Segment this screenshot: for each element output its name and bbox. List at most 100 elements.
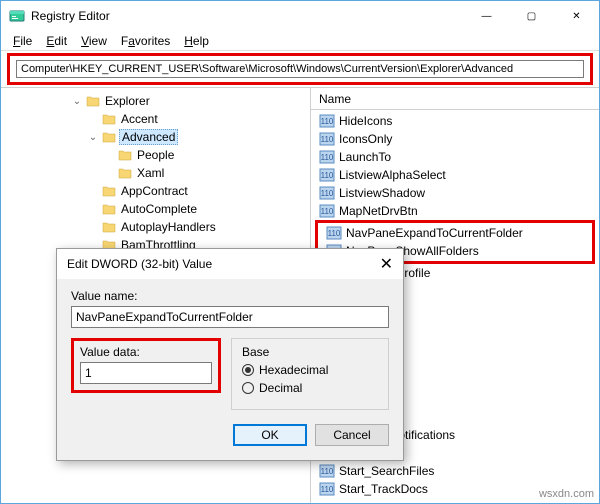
tree-item-label: Explorer [103, 94, 152, 108]
folder-icon [118, 149, 132, 161]
app-icon [9, 8, 25, 24]
address-bar[interactable] [16, 60, 584, 78]
folder-icon [102, 185, 116, 197]
svg-text:110: 110 [328, 229, 341, 238]
folder-icon [102, 203, 116, 215]
cancel-button[interactable]: Cancel [315, 424, 389, 446]
list-row-label: MapNetDrvBtn [339, 204, 418, 218]
folder-icon [86, 95, 100, 107]
svg-text:110: 110 [321, 117, 334, 126]
tree-item-autoplayhandlers[interactable]: AutoplayHandlers [7, 218, 308, 236]
tree-item-appcontract[interactable]: AppContract [7, 182, 308, 200]
tree-item-label: AutoComplete [119, 202, 199, 216]
dialog-titlebar: Edit DWORD (32-bit) Value ✕ [57, 249, 403, 279]
list-row[interactable]: 110 HideIcons [311, 112, 599, 130]
svg-text:110: 110 [321, 485, 334, 494]
dword-icon: 110 [319, 464, 335, 478]
folder-icon [102, 221, 116, 233]
value-data-highlight: Value data: [71, 338, 221, 393]
list-row-label: Start_SearchFiles [339, 464, 434, 478]
svg-text:110: 110 [321, 153, 334, 162]
close-button[interactable]: ✕ [554, 1, 599, 31]
svg-text:110: 110 [321, 467, 334, 476]
list-row[interactable]: 110 LaunchTo [311, 148, 599, 166]
radio-hex[interactable]: Hexadecimal [242, 363, 378, 377]
dword-icon: 110 [319, 204, 335, 218]
minimize-button[interactable]: — [464, 1, 509, 31]
dword-icon: 110 [319, 150, 335, 164]
list-row[interactable]: 110 NavPaneExpandToCurrentFolder [318, 224, 592, 242]
dword-icon: 110 [319, 482, 335, 496]
radio-dec-label: Decimal [259, 381, 302, 395]
list-row-label: HideIcons [339, 114, 392, 128]
radio-hex-label: Hexadecimal [259, 363, 328, 377]
dialog-title-text: Edit DWORD (32-bit) Value [67, 257, 212, 271]
menu-help[interactable]: Help [178, 34, 215, 48]
tree-item-accent[interactable]: Accent [7, 110, 308, 128]
list-row-label: ListviewAlphaSelect [339, 168, 446, 182]
list-row[interactable]: 110 ListviewShadow [311, 184, 599, 202]
list-row-label: NavPaneExpandToCurrentFolder [346, 226, 523, 240]
tree-item-label: HideDesktopIcons [119, 502, 220, 503]
tree-item-label: AppContract [119, 184, 190, 198]
list-row[interactable]: 110 Start_SearchFiles [311, 462, 599, 480]
dword-icon: 110 [326, 226, 342, 240]
value-name-input[interactable] [71, 306, 389, 328]
tree-item-explorer[interactable]: ⌄ Explorer [7, 92, 308, 110]
list-row-label: ListviewShadow [339, 186, 425, 200]
twisty-icon[interactable]: ⌄ [71, 96, 83, 107]
maximize-button[interactable]: ▢ [509, 1, 554, 31]
radio-hex-icon [242, 364, 254, 376]
menu-view[interactable]: View [75, 34, 113, 48]
window-controls: — ▢ ✕ [464, 1, 599, 31]
tree-item-label: Accent [119, 112, 160, 126]
folder-icon [102, 131, 116, 143]
list-row[interactable]: 110 IconsOnly [311, 130, 599, 148]
menu-file[interactable]: File [7, 34, 38, 48]
titlebar: Registry Editor — ▢ ✕ [1, 1, 599, 31]
tree-item-advanced[interactable]: ⌄ Advanced [7, 128, 308, 146]
tree-item-label: Xaml [135, 166, 166, 180]
radio-dec-icon [242, 382, 254, 394]
svg-text:110: 110 [321, 189, 334, 198]
base-group: Base Hexadecimal Decimal [231, 338, 389, 410]
menubar: File Edit View Favorites Help [1, 31, 599, 51]
address-bar-highlight [7, 53, 593, 85]
tree-item-label: AutoplayHandlers [119, 220, 218, 234]
list-row-label: Start_TrackDocs [339, 482, 428, 496]
dword-icon: 110 [319, 132, 335, 146]
dword-icon: 110 [319, 114, 335, 128]
window-title: Registry Editor [31, 9, 110, 23]
menu-favorites[interactable]: Favorites [115, 34, 176, 48]
svg-text:110: 110 [321, 135, 334, 144]
tree-item-people[interactable]: People [7, 146, 308, 164]
menu-edit[interactable]: Edit [40, 34, 73, 48]
list-header-name[interactable]: Name [311, 88, 599, 110]
value-name-label: Value name: [71, 289, 389, 303]
svg-text:110: 110 [321, 171, 334, 180]
dialog-close-button[interactable]: ✕ [380, 254, 393, 274]
dword-icon: 110 [319, 168, 335, 182]
edit-dword-dialog: Edit DWORD (32-bit) Value ✕ Value name: … [56, 248, 404, 461]
tree-item-label: Advanced [119, 129, 178, 145]
dword-icon: 110 [319, 186, 335, 200]
tree-item-hidedesktopicons[interactable]: ›HideDesktopIcons [7, 500, 308, 503]
list-row-label: IconsOnly [339, 132, 392, 146]
ok-button[interactable]: OK [233, 424, 307, 446]
value-data-input[interactable] [80, 362, 212, 384]
svg-text:110: 110 [321, 207, 334, 216]
dialog-body: Value name: Value data: Base Hexadecimal… [57, 279, 403, 460]
tree-item-autocomplete[interactable]: AutoComplete [7, 200, 308, 218]
folder-icon [102, 113, 116, 125]
base-legend: Base [242, 345, 269, 359]
list-row-label: LaunchTo [339, 150, 391, 164]
folder-icon [118, 167, 132, 179]
watermark: wsxdn.com [539, 488, 594, 500]
twisty-icon[interactable]: ⌄ [87, 132, 99, 143]
tree-item-xaml[interactable]: Xaml [7, 164, 308, 182]
list-row[interactable]: 110 ListviewAlphaSelect [311, 166, 599, 184]
list-row[interactable]: 110 MapNetDrvBtn [311, 202, 599, 220]
tree-item-label: People [135, 148, 176, 162]
radio-dec[interactable]: Decimal [242, 381, 378, 395]
value-data-label: Value data: [80, 345, 212, 359]
